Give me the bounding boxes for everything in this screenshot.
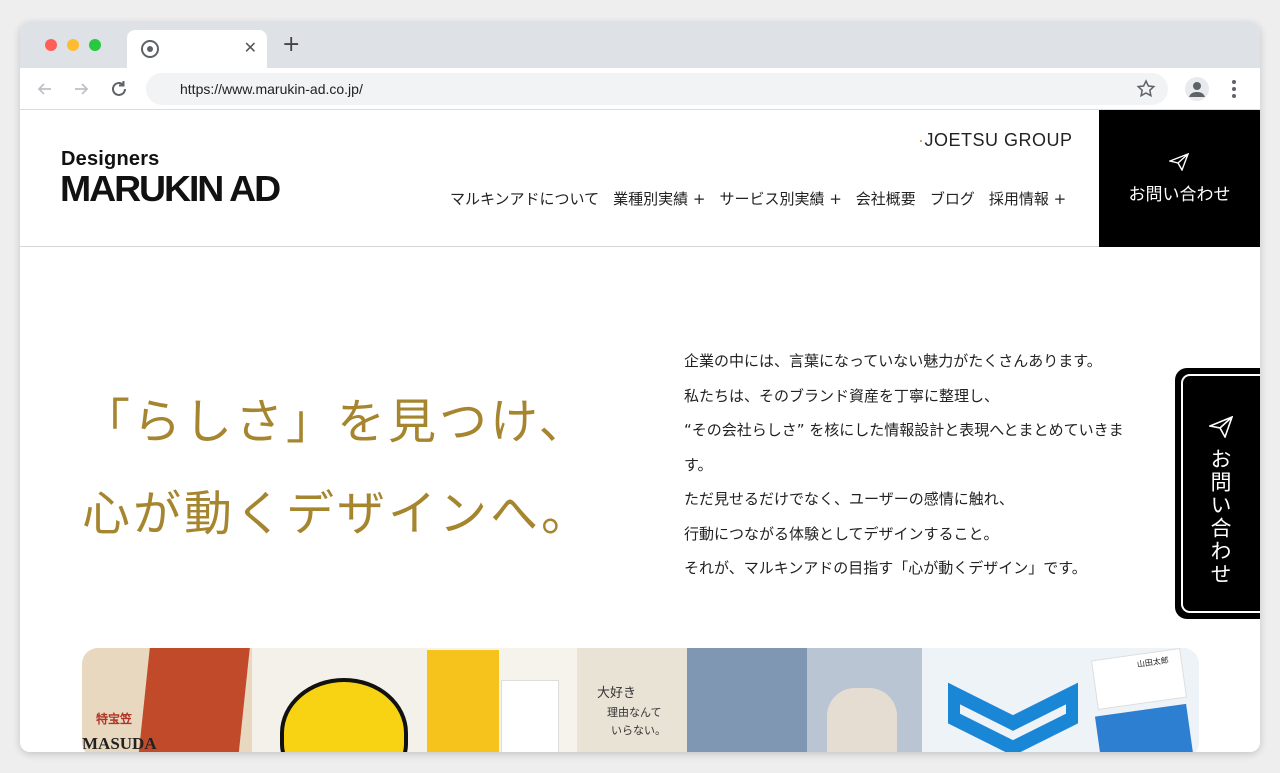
close-window-button[interactable]	[45, 39, 57, 51]
nav-item-service-works[interactable]: サービス別実績 +	[719, 188, 841, 209]
maximize-window-button[interactable]	[89, 39, 101, 51]
contact-button-label: お問い合わせ	[1128, 185, 1231, 205]
nav-item-company[interactable]: 会社概要	[856, 188, 916, 209]
browser-toolbar: https://www.marukin-ad.co.jp/	[20, 68, 1260, 110]
minimize-window-button[interactable]	[67, 39, 79, 51]
dog-photo-graphic	[827, 688, 897, 752]
menu-kebab-icon[interactable]	[1226, 78, 1242, 100]
bookmark-star-icon[interactable]	[1136, 79, 1156, 99]
intro-line: それが、マルキンアドの目指す「心が動くデザイン」です。	[684, 559, 1087, 577]
gallery-tile[interactable]: 特宝笠 MASUDA	[82, 648, 252, 752]
frog-mascot-icon	[280, 678, 408, 752]
site-header: Designers MARUKIN AD ·JOETSU GROUP マルキンア…	[20, 110, 1260, 247]
intro-line: す。	[684, 455, 713, 474]
blue-logo-icon	[948, 682, 1078, 752]
logo-main-text: MARUKIN AD	[60, 168, 281, 209]
paper-plane-icon	[1209, 416, 1233, 438]
chrome-icon	[141, 40, 159, 58]
card-graphic	[501, 680, 559, 752]
nav-item-recruit[interactable]: 採用情報 +	[989, 188, 1066, 209]
gallery-tile[interactable]: 山田太郎	[922, 648, 1199, 752]
tab-strip: ✕ +	[20, 22, 1260, 68]
forward-icon[interactable]	[70, 78, 92, 100]
paper-plane-icon	[1169, 153, 1189, 171]
url-text: https://www.marukin-ad.co.jp/	[180, 81, 363, 97]
gallery-label: 山田太郎	[1136, 655, 1170, 670]
card-graphic	[427, 650, 499, 752]
reload-icon[interactable]	[108, 78, 130, 100]
nav-item-about[interactable]: マルキンアドについて	[450, 188, 599, 209]
intro-line: 行動につながる体験としてデザインすること。	[684, 524, 999, 543]
intro-line: “その会社らしさ” を核にした情報設計と表現へとまとめていきま	[684, 421, 1124, 439]
intro-line: 私たちは、そのブランド資産を丁寧に整理し、	[684, 386, 1000, 405]
contact-button[interactable]: お問い合わせ	[1099, 110, 1260, 247]
gallery-tile[interactable]	[427, 648, 577, 752]
group-label: JOETSU GROUP	[924, 130, 1073, 150]
gallery-label: MASUDA	[82, 734, 157, 752]
gallery-tile[interactable]	[252, 648, 427, 752]
side-contact-tab[interactable]: お問い合わせ	[1175, 368, 1260, 619]
gallery-tile[interactable]	[687, 648, 922, 752]
business-card-graphic: 山田太郎	[1090, 648, 1188, 711]
gallery-label: 特宝笠	[96, 712, 133, 726]
gallery-tile[interactable]: 大好き 理由なんて いらない。	[577, 648, 687, 752]
hero-title-line-1: 「らしさ」を見つけ、	[82, 394, 590, 450]
main-nav: マルキンアドについて 業種別実績 + サービス別実績 + 会社概要 ブログ 採用…	[450, 188, 1066, 209]
new-tab-button[interactable]: +	[282, 34, 300, 56]
side-contact-label: お問い合わせ	[1208, 448, 1232, 586]
nav-item-industry-works[interactable]: 業種別実績 +	[613, 188, 705, 209]
intro-line: 企業の中には、言葉になっていない魅力がたくさんあります。	[684, 352, 1102, 370]
gallery-label: いらない。	[611, 724, 666, 737]
works-gallery: 特宝笠 MASUDA 大好き 理由なんて いらない。 山田太郎	[82, 648, 1199, 752]
address-bar[interactable]: https://www.marukin-ad.co.jp/	[146, 73, 1168, 105]
hero-title-line-2: 心が動くデザインへ。	[82, 486, 593, 542]
intro-text: 企業の中には、言葉になっていない魅力がたくさんあります。 私たちは、そのブランド…	[684, 344, 1184, 586]
intro-line: ただ見せるだけでなく、ユーザーの感情に触れ、	[684, 490, 1014, 508]
gallery-label: 大好き	[597, 686, 637, 701]
web-page: Designers MARUKIN AD ·JOETSU GROUP マルキンア…	[20, 110, 1260, 752]
business-card-graphic	[1094, 703, 1194, 752]
group-brand[interactable]: ·JOETSU GROUP	[918, 130, 1073, 151]
profile-icon[interactable]	[1185, 77, 1209, 101]
photo-graphic	[687, 648, 807, 752]
nav-item-blog[interactable]: ブログ	[930, 188, 975, 209]
browser-window: ✕ + https://www.marukin-ad.co.jp/ Design…	[20, 22, 1260, 752]
gallery-label: 理由なんて	[607, 706, 662, 719]
browser-tab[interactable]: ✕	[127, 30, 267, 68]
back-icon[interactable]	[34, 78, 56, 100]
close-tab-icon[interactable]: ✕	[244, 39, 257, 57]
